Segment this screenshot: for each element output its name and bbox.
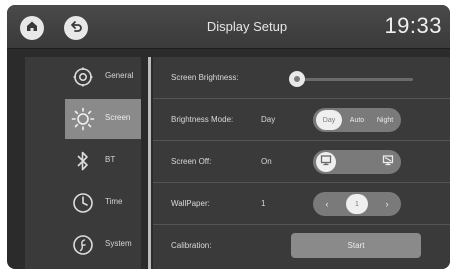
mode-option-night[interactable]: Night	[372, 110, 398, 130]
sidebar-item-bt[interactable]: BT	[25, 141, 141, 181]
brightness-row: Screen Brightness:	[153, 57, 450, 99]
bluetooth-icon	[69, 147, 97, 175]
vertical-divider	[148, 57, 151, 269]
brightness-mode-switch: Day Auto Night	[313, 108, 401, 132]
sidebar-item-time[interactable]: Time	[25, 183, 141, 223]
wallpaper-current[interactable]: 1	[346, 194, 368, 214]
screen-off-row: Screen Off: On	[153, 141, 450, 183]
mode-option-auto[interactable]: Auto	[344, 110, 370, 130]
brightness-mode-value: Day	[261, 115, 276, 124]
monitor-option[interactable]	[316, 152, 336, 172]
header-bar: Display Setup 19:33	[7, 5, 450, 49]
home-button[interactable]	[20, 16, 44, 40]
back-button[interactable]	[64, 16, 88, 40]
mode-option-day[interactable]: Day	[316, 110, 342, 130]
sidebar-item-general[interactable]: General	[25, 57, 141, 97]
slider-knob[interactable]	[289, 71, 306, 87]
info-icon	[69, 231, 97, 259]
gear-icon	[69, 63, 97, 91]
sidebar-item-label: Screen	[105, 113, 131, 122]
calibration-row: Calibration: Start	[153, 225, 450, 267]
sidebar-item-label: Time	[105, 197, 123, 206]
wallpaper-prev[interactable]: ‹	[318, 194, 336, 214]
brightness-mode-label: Brightness Mode:	[171, 115, 234, 124]
sidebar-item-label: System	[105, 239, 132, 248]
calibration-start-button[interactable]: Start	[291, 233, 421, 258]
screen-off-value: On	[261, 157, 272, 166]
head-unit-screen: Display Setup 19:33 General Screen BT Ti…	[7, 5, 450, 269]
sun-icon	[69, 105, 97, 133]
wallpaper-next[interactable]: ›	[378, 194, 396, 214]
monitor-off-option[interactable]	[378, 152, 398, 172]
page-title: Display Setup	[206, 19, 288, 34]
clock: 19:33	[384, 13, 442, 38]
wallpaper-selector: ‹ 1 ›	[313, 192, 401, 216]
monitor-off-icon	[382, 153, 394, 171]
sidebar-item-label: BT	[105, 155, 116, 164]
screen-off-label: Screen Off:	[171, 157, 212, 166]
home-icon	[25, 19, 39, 38]
brightness-mode-row: Brightness Mode: Day Day Auto Night	[153, 99, 450, 141]
brightness-label: Screen Brightness:	[171, 73, 239, 82]
settings-panel: Screen Brightness: Brightness Mode: Day …	[153, 57, 450, 269]
brightness-slider[interactable]	[289, 71, 413, 87]
calibration-label: Calibration:	[171, 241, 212, 250]
sidebar-item-label: General	[105, 71, 134, 80]
back-icon	[69, 19, 83, 38]
sidebar-item-screen[interactable]: Screen	[65, 99, 141, 139]
monitor-icon	[320, 153, 332, 171]
sidebar-item-system[interactable]: System	[25, 225, 141, 265]
wallpaper-row: WallPaper: 1 ‹ 1 ›	[153, 183, 450, 225]
wallpaper-value: 1	[261, 199, 266, 208]
clock-icon	[69, 189, 97, 217]
wallpaper-label: WallPaper:	[171, 199, 210, 208]
screen-off-switch	[313, 150, 401, 174]
